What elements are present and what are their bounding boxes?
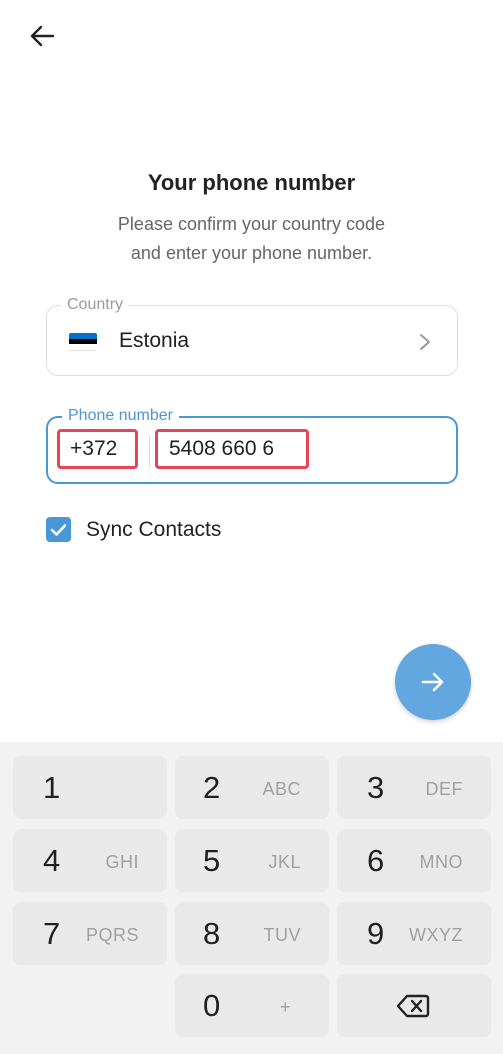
country-legend: Country	[61, 296, 130, 314]
key-digit: 5	[203, 843, 221, 878]
country-code-input[interactable]: +372	[57, 429, 138, 469]
key-7[interactable]: 7 PQRS	[13, 902, 167, 965]
code-divider	[149, 436, 150, 466]
sync-contacts-toggle[interactable]: Sync Contacts	[46, 517, 221, 542]
key-9[interactable]: 9 WXYZ	[337, 902, 491, 965]
key-digit: 3	[367, 770, 385, 805]
next-button[interactable]	[395, 644, 471, 720]
key-digit: 7	[43, 916, 61, 951]
country-name: Estonia	[119, 329, 190, 352]
key-2[interactable]: 2 ABC	[175, 756, 329, 819]
arrow-left-icon	[30, 25, 55, 47]
key-digit: 2	[203, 770, 221, 805]
key-4[interactable]: 4 GHI	[13, 829, 167, 892]
back-button[interactable]	[22, 18, 62, 54]
key-1[interactable]: 1	[13, 756, 167, 819]
key-3[interactable]: 3 DEF	[337, 756, 491, 819]
sync-contacts-label: Sync Contacts	[86, 517, 222, 541]
backspace-icon	[396, 994, 430, 1018]
arrow-right-icon	[421, 672, 444, 692]
key-letters: GHI	[105, 852, 139, 872]
subtitle-line-1: Please confirm your country code	[117, 214, 386, 234]
phone-legend: Phone number	[62, 407, 179, 425]
key-digit: 8	[203, 916, 221, 951]
country-selector[interactable]: Country Estonia	[46, 296, 458, 376]
key-letters: +	[279, 997, 291, 1017]
phone-number-field: Phone number +372 5408 660 6	[46, 407, 458, 484]
page-title: Your phone number	[147, 170, 356, 195]
key-digit: 0	[203, 988, 221, 1023]
sync-contacts-checkbox[interactable]	[46, 517, 71, 542]
numeric-keypad: 1 2 ABC 3 DEF 4 GHI 5 JKL 6 MNO 7 PQRS 8…	[0, 742, 503, 1054]
key-6[interactable]: 6 MNO	[337, 829, 491, 892]
key-letters: WXYZ	[409, 925, 463, 945]
key-5[interactable]: 5 JKL	[175, 829, 329, 892]
page-subtitle: Please confirm your country code and ent…	[0, 210, 503, 268]
estonia-flag-icon	[69, 333, 97, 351]
key-digit: 1	[43, 770, 61, 805]
key-letters: JKL	[268, 852, 301, 872]
checkmark-icon	[50, 523, 67, 536]
backspace-key[interactable]	[337, 974, 491, 1037]
key-8[interactable]: 8 TUV	[175, 902, 329, 965]
subtitle-line-2: and enter your phone number.	[130, 243, 373, 263]
key-digit: 6	[367, 843, 385, 878]
key-0[interactable]: 0 +	[175, 974, 329, 1037]
phone-number-input[interactable]: 5408 660 6	[155, 429, 309, 469]
key-letters: ABC	[262, 779, 301, 799]
key-letters: TUV	[263, 925, 301, 945]
key-letters: MNO	[419, 852, 463, 872]
key-letters: PQRS	[85, 925, 139, 945]
key-digit: 4	[43, 843, 61, 878]
key-letters: DEF	[425, 779, 463, 799]
chevron-right-icon	[420, 334, 430, 350]
key-digit: 9	[367, 916, 385, 951]
